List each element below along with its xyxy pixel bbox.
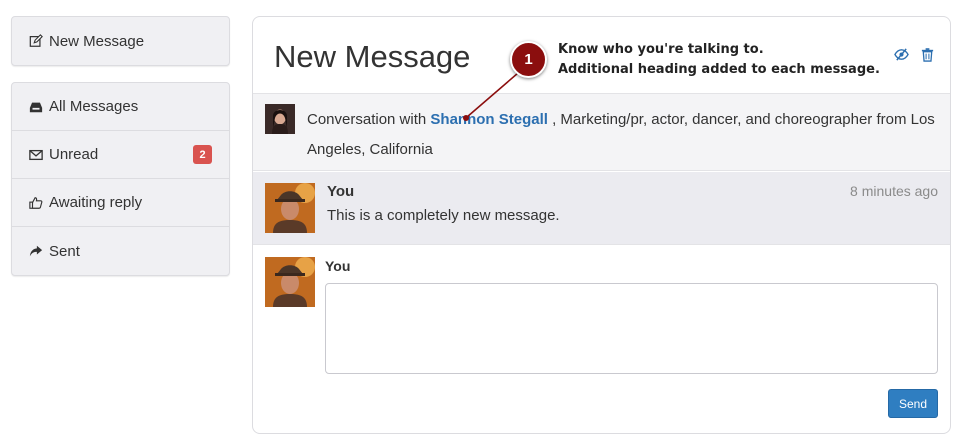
conversation-summary: Conversation with Shannon Stegall , Mark… — [307, 105, 940, 165]
eye-slash-icon[interactable] — [894, 47, 910, 63]
sidebar-item-label: Unread — [49, 146, 99, 163]
sidebar-item-awaiting-reply[interactable]: Awaiting reply — [12, 179, 229, 227]
unread-count-badge: 2 — [193, 145, 212, 164]
thumbs-up-icon — [28, 195, 44, 211]
new-message-label: New Message — [49, 32, 145, 50]
contact-name-link[interactable]: Shannon Stegall — [430, 111, 548, 128]
send-button[interactable]: Send — [888, 389, 938, 418]
message-item: You 8 minutes ago This is a completely n… — [253, 172, 950, 245]
sidebar-item-unread[interactable]: Unread 2 — [12, 131, 229, 179]
sidebar-item-sent[interactable]: Sent — [12, 227, 229, 275]
reply-form: You Send — [253, 246, 950, 433]
folder-list: All Messages Unread 2 Awaiting reply Sen… — [11, 82, 230, 276]
message-timestamp: 8 minutes ago — [850, 183, 938, 199]
page-title: New Message — [274, 39, 471, 74]
avatar — [265, 257, 315, 307]
callout-line-2: Additional heading added to each message… — [558, 62, 880, 77]
callout-number-badge: 1 — [510, 41, 547, 78]
sidebar-item-label: Awaiting reply — [49, 194, 143, 211]
sidebar-item-label: All Messages — [49, 98, 139, 115]
reply-textarea[interactable] — [325, 283, 938, 374]
sidebar-item-all-messages[interactable]: All Messages — [12, 83, 229, 131]
callout-line-1: Know who you're talking to. — [558, 42, 764, 57]
avatar — [265, 183, 315, 233]
conversation-heading: Conversation with Shannon Stegall , Mark… — [253, 94, 950, 171]
share-arrow-icon — [28, 243, 44, 259]
reply-author: You — [325, 258, 351, 274]
message-author: You — [327, 183, 355, 200]
callout-text: Know who you're talking to. Additional h… — [558, 40, 880, 80]
trash-icon[interactable] — [920, 47, 936, 63]
sidebar-item-label: Sent — [49, 242, 80, 260]
header-actions — [894, 47, 936, 63]
conversation-prefix: Conversation with — [307, 111, 427, 128]
inbox-icon — [28, 99, 44, 115]
compose-box: New Message — [11, 16, 230, 66]
message-body: This is a completely new message. — [327, 207, 560, 224]
envelope-icon — [28, 147, 44, 163]
contact-avatar[interactable] — [265, 104, 295, 134]
edit-icon — [28, 33, 44, 49]
new-message-button[interactable]: New Message — [12, 17, 229, 65]
